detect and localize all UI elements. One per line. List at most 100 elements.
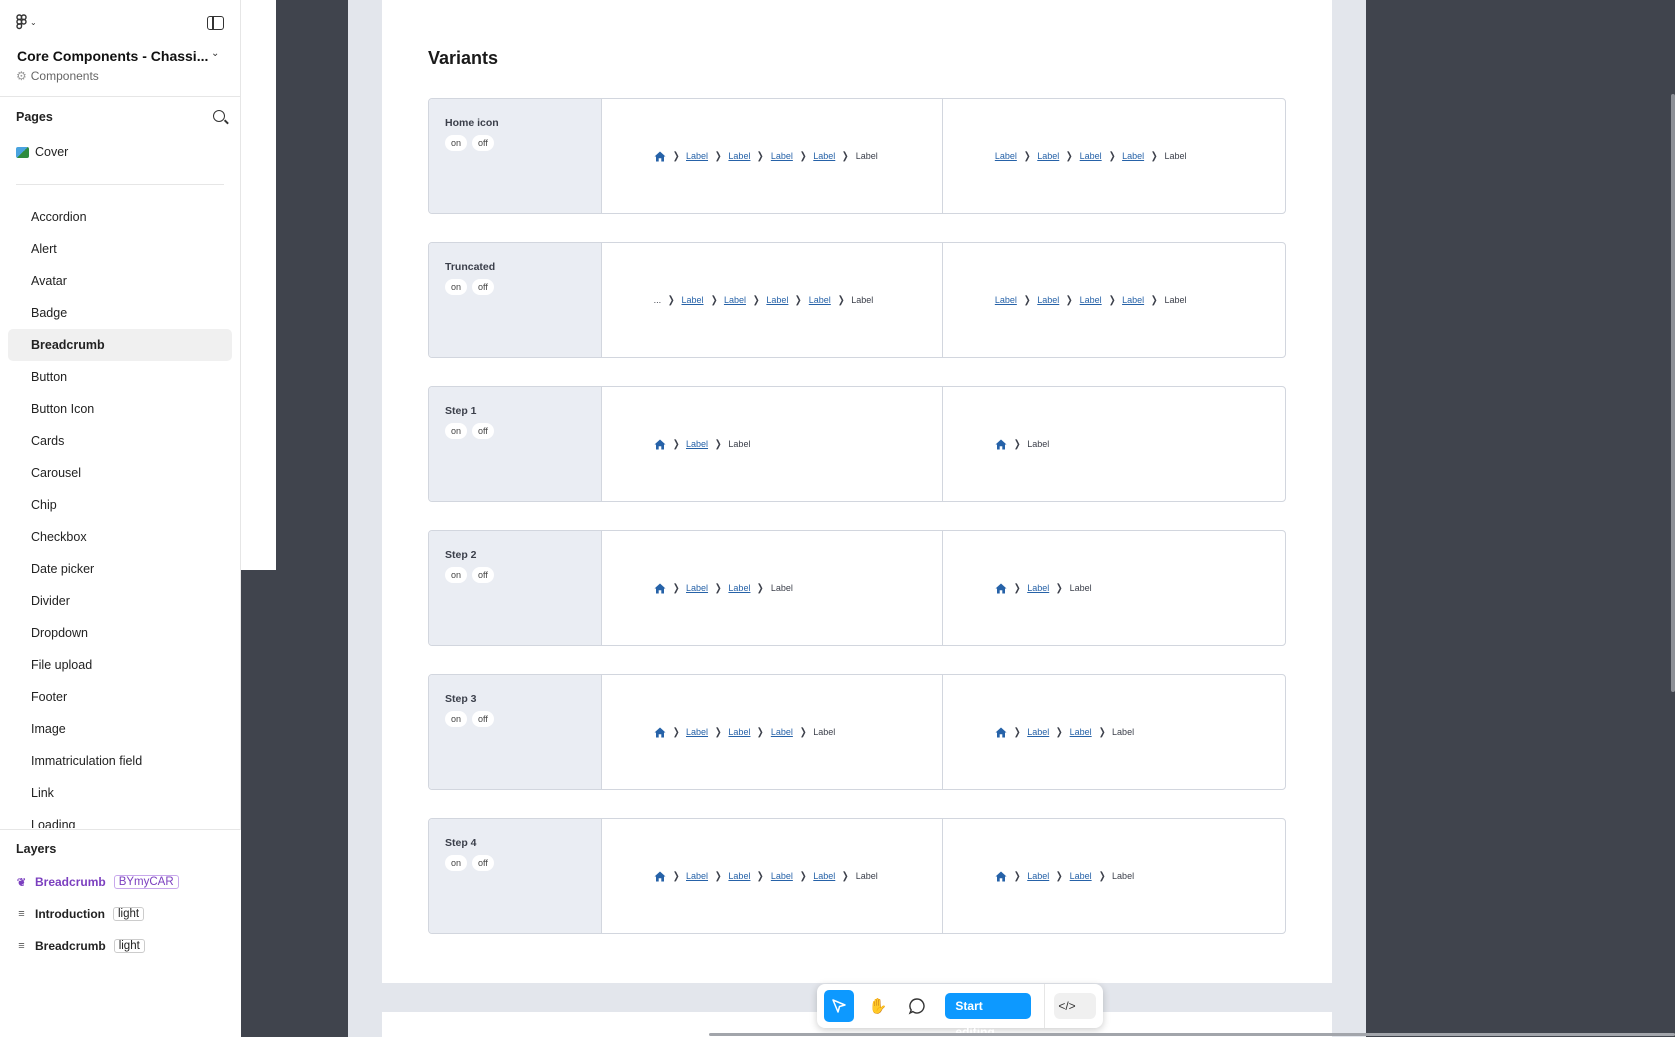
home-icon[interactable] [654, 727, 666, 738]
hand-tool-button[interactable]: ✋ [863, 990, 893, 1022]
page-item-link[interactable]: Link [8, 777, 232, 809]
home-icon[interactable] [995, 727, 1007, 738]
breadcrumb-item[interactable]: Label [1037, 295, 1059, 305]
search-icon[interactable] [213, 110, 225, 122]
variant-name: Step 2 [445, 549, 477, 561]
figma-menu-button[interactable]: ⌄ [16, 14, 37, 30]
move-tool-button[interactable] [824, 990, 855, 1022]
breadcrumb-item[interactable]: Label [771, 727, 793, 737]
breadcrumb-item[interactable]: Label [809, 295, 831, 305]
file-project[interactable]: ⚙ Components [16, 69, 99, 83]
home-icon[interactable] [654, 439, 666, 450]
breadcrumb-item[interactable]: Label [1027, 727, 1049, 737]
breadcrumb-item[interactable]: Label [682, 295, 704, 305]
page-item-footer[interactable]: Footer [8, 681, 232, 713]
gear-icon: ⚙ [16, 69, 27, 83]
breadcrumb-item[interactable]: Label [771, 871, 793, 881]
home-icon[interactable] [654, 871, 666, 882]
breadcrumb-right: Label ❯ Label ❯ Label ❯ Label ❯ Label [943, 99, 1285, 213]
home-icon[interactable] [995, 583, 1007, 594]
page-item-badge[interactable]: Badge [8, 297, 232, 329]
variant-name: Step 1 [445, 405, 477, 417]
pages-list[interactable]: Accordion Alert Avatar Badge Breadcrumb Butto… [8, 201, 232, 828]
file-title[interactable]: Core Components - Chassi... [17, 48, 208, 64]
breadcrumb-item[interactable]: Label [728, 871, 750, 881]
page-item-accordion[interactable]: Accordion [8, 201, 232, 233]
breadcrumb-item[interactable]: Label [813, 871, 835, 881]
home-icon[interactable] [995, 871, 1007, 882]
page-item-label: Cover [35, 145, 69, 159]
page-item-chip[interactable]: Chip [8, 489, 232, 521]
start-editing-button[interactable]: Start editing [945, 993, 1032, 1037]
breadcrumb-item[interactable]: Label [728, 583, 750, 593]
page-item-cards[interactable]: Cards [8, 425, 232, 457]
comment-tool-button[interactable] [902, 990, 932, 1022]
breadcrumb-item[interactable]: Label [1122, 151, 1144, 161]
breadcrumb-item[interactable]: Label [1122, 295, 1144, 305]
file-menu-chevron-icon[interactable]: ⌄ [211, 48, 219, 59]
layer-name: Introduction [35, 907, 105, 921]
bottom-toolbar: ✋ Start editing </> [817, 984, 1103, 1037]
breadcrumb-item[interactable]: Label [728, 727, 750, 737]
home-icon[interactable] [995, 439, 1007, 450]
page-item-cover[interactable]: Cover [16, 145, 68, 159]
home-icon[interactable] [654, 583, 666, 594]
layer-item[interactable]: ❦ Breadcrumb BYmyCAR [16, 875, 179, 889]
page-item-avatar[interactable]: Avatar [8, 265, 232, 297]
pill-off: off [472, 855, 494, 871]
page-item-breadcrumb[interactable]: Breadcrumb [8, 329, 232, 361]
chevron-right-icon: ❯ [1066, 150, 1073, 162]
breadcrumb-item[interactable]: Label [728, 151, 750, 161]
chevron-right-icon: ❯ [799, 726, 807, 738]
page-item-button-icon[interactable]: Button Icon [8, 393, 232, 425]
sidebar-toggle-icon[interactable] [207, 16, 224, 30]
dev-mode-toggle[interactable]: </> [1054, 993, 1096, 1019]
toolbar-divider [1044, 984, 1046, 1028]
breadcrumb-ellipsis[interactable]: ... [654, 295, 662, 305]
breadcrumb-item[interactable]: Label [686, 871, 708, 881]
page-item-alert[interactable]: Alert [8, 233, 232, 265]
breadcrumb-item[interactable]: Label [813, 151, 835, 161]
page-item-loading[interactable]: Loading [8, 809, 232, 828]
breadcrumb-item[interactable]: Label [771, 151, 793, 161]
vertical-scrollbar[interactable] [1671, 94, 1675, 692]
breadcrumb-item[interactable]: Label [766, 295, 788, 305]
page-item-button[interactable]: Button [8, 361, 232, 393]
layers-panel: Layers ❦ Breadcrumb BYmyCAR ≡ Introducti… [0, 829, 241, 1037]
layers-header: Layers [16, 842, 57, 856]
breadcrumb-item[interactable]: Label [1070, 871, 1092, 881]
breadcrumb-item[interactable]: Label [686, 151, 708, 161]
variant-label-cell: Truncated on off [429, 243, 602, 357]
page-item-checkbox[interactable]: Checkbox [8, 521, 232, 553]
breadcrumb-item[interactable]: Label [1070, 727, 1092, 737]
breadcrumb-item[interactable]: Label [1080, 151, 1102, 161]
breadcrumb-item[interactable]: Label [1080, 295, 1102, 305]
breadcrumb-item[interactable]: Label [686, 439, 708, 449]
breadcrumb-item: Label [728, 439, 751, 449]
page-item-immatriculation-field[interactable]: Immatriculation field [8, 745, 232, 777]
layer-item[interactable]: ≡ Breadcrumb light [16, 939, 145, 953]
breadcrumb-item[interactable]: Label [724, 295, 746, 305]
page-item-divider[interactable]: Divider [8, 585, 232, 617]
breadcrumb-item[interactable]: Label [995, 295, 1017, 305]
breadcrumb-item[interactable]: Label [1037, 151, 1059, 161]
page-item-carousel[interactable]: Carousel [8, 457, 232, 489]
page-item-date-picker[interactable]: Date picker [8, 553, 232, 585]
horizontal-scrollbar[interactable] [709, 1033, 1675, 1036]
page-item-dropdown[interactable]: Dropdown [8, 617, 232, 649]
breadcrumb-item[interactable]: Label [995, 151, 1017, 161]
chevron-right-icon: ❯ [1150, 150, 1158, 162]
variant-label-cell: Step 4 on off [429, 819, 602, 933]
layer-item[interactable]: ≡ Introduction light [16, 907, 145, 921]
page-item-image[interactable]: Image [8, 713, 232, 745]
component-icon: ❦ [16, 876, 27, 889]
variant-pills: on off [445, 423, 585, 439]
breadcrumb-item[interactable]: Label [1027, 871, 1049, 881]
chevron-right-icon: ❯ [757, 726, 765, 738]
breadcrumb-item[interactable]: Label [1027, 583, 1049, 593]
breadcrumb-item[interactable]: Label [686, 583, 708, 593]
breadcrumb-item[interactable]: Label [686, 727, 708, 737]
home-icon[interactable] [654, 151, 666, 162]
page-item-file-upload[interactable]: File upload [8, 649, 232, 681]
chevron-right-icon: ❯ [752, 294, 760, 306]
